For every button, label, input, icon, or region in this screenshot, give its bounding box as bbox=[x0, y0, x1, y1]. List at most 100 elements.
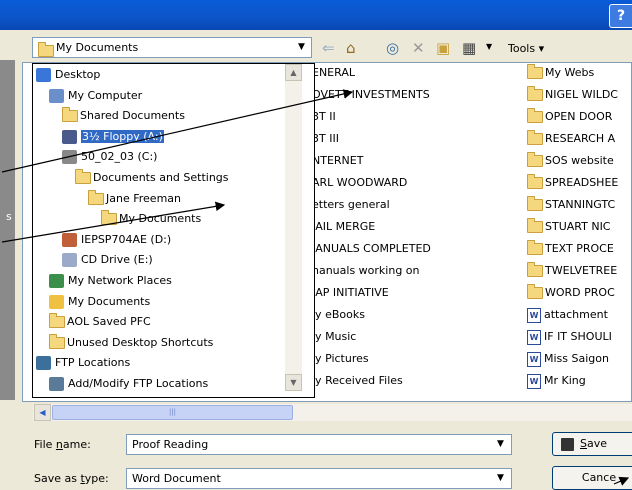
document-item[interactable]: W IF IT SHOULI bbox=[527, 326, 632, 348]
views-icon[interactable]: ▦ bbox=[462, 38, 476, 58]
ftp-add-icon bbox=[49, 377, 64, 391]
document-item[interactable]: Wattachment bbox=[527, 304, 632, 326]
look-in-option[interactable]: Jane Freeman bbox=[88, 188, 181, 210]
option-label: CD Drive (E:) bbox=[81, 253, 153, 267]
scroll-thumb[interactable]: ||| bbox=[52, 405, 293, 420]
option-label: My Network Places bbox=[68, 274, 172, 287]
save-button[interactable]: Save bbox=[552, 432, 632, 456]
look-in-option[interactable]: Documents and Settings bbox=[75, 167, 229, 189]
item-label: attachment bbox=[544, 308, 608, 321]
look-in-option[interactable]: Shared Documents bbox=[62, 105, 185, 127]
desktop-icon bbox=[36, 68, 51, 82]
file-list-item[interactable]: ly Received Files bbox=[312, 370, 512, 392]
option-label: Add/Modify FTP Locations bbox=[68, 377, 209, 390]
folder-item[interactable]: STANNINGTC bbox=[527, 194, 632, 216]
item-label: IF IT SHOULI bbox=[544, 330, 612, 343]
file-list-item[interactable]: 3T II bbox=[312, 106, 512, 128]
look-in-dropdown-arrow[interactable]: ▼ bbox=[293, 38, 310, 57]
create-folder-icon[interactable]: ▣ bbox=[436, 38, 450, 58]
option-label: IEPSP704AE (D:) bbox=[81, 232, 172, 246]
save-as-type-dropdown-arrow[interactable]: ▼ bbox=[492, 469, 509, 488]
cancel-button[interactable]: Cance bbox=[552, 466, 632, 490]
option-label: Unused Desktop Shortcuts bbox=[67, 335, 214, 349]
file-list-item[interactable]: ly Music bbox=[312, 326, 512, 348]
look-in-option[interactable]: 3½ Floppy (A:) bbox=[62, 126, 165, 148]
look-in-option[interactable]: My Network Places bbox=[49, 270, 172, 292]
tools-menu[interactable]: Tools ▾ bbox=[508, 42, 544, 55]
folder-item[interactable]: WORD PROC bbox=[527, 282, 632, 304]
look-in-option[interactable]: 50_02_03 (C:) bbox=[62, 146, 157, 168]
document-item[interactable]: W Miss Saigon bbox=[527, 348, 632, 370]
look-in-option[interactable]: Desktop bbox=[36, 64, 100, 86]
look-in-option[interactable]: My Computer bbox=[49, 85, 142, 107]
file-list-item[interactable]: nanuals working on bbox=[312, 260, 512, 282]
look-in-option[interactable]: Unused Desktop Shortcuts bbox=[49, 332, 213, 354]
word-document-icon: W bbox=[527, 373, 541, 389]
item-label: TWELVETREE bbox=[545, 264, 618, 277]
dialog-title-bar bbox=[0, 0, 632, 30]
option-label: My Computer bbox=[68, 88, 143, 102]
file-list-item[interactable]: ARL WOODWARD bbox=[312, 172, 512, 194]
folder-icon bbox=[527, 64, 543, 79]
option-label: Shared Documents bbox=[80, 109, 185, 123]
delete-icon[interactable]: ✕ bbox=[412, 38, 425, 58]
scroll-up-button[interactable]: ▲ bbox=[285, 64, 302, 81]
folder-icon bbox=[49, 313, 65, 329]
look-in-option[interactable]: My Documents bbox=[49, 291, 150, 313]
file-list-item[interactable]: etters general bbox=[312, 194, 512, 216]
file-list-item[interactable]: ly Pictures bbox=[312, 348, 512, 370]
network-drive-icon bbox=[62, 232, 77, 247]
scroll-left-button[interactable]: ◀ bbox=[34, 404, 51, 421]
up-one-level-icon[interactable]: ⌂ bbox=[346, 38, 356, 58]
folder-icon bbox=[75, 169, 91, 184]
folder-item[interactable]: OPEN DOOR bbox=[527, 106, 632, 128]
look-in-option[interactable]: AOL Saved PFC bbox=[49, 311, 151, 333]
folder-item[interactable]: TEXT PROCE bbox=[527, 238, 632, 260]
folder-icon bbox=[527, 152, 543, 167]
folder-item[interactable]: NIGEL WILDC bbox=[527, 84, 632, 106]
item-label: SOS website bbox=[545, 154, 614, 167]
document-item[interactable]: W Mr King bbox=[527, 370, 632, 392]
scroll-down-button[interactable]: ▼ bbox=[285, 374, 302, 391]
file-list-item[interactable]: IANUALS COMPLETED bbox=[312, 238, 512, 260]
item-label: OPEN DOOR bbox=[545, 110, 613, 123]
word-document-icon: W bbox=[527, 307, 541, 323]
file-list-item[interactable]: IAIL MERGE bbox=[312, 216, 512, 238]
folder-item[interactable]: SPREADSHEE bbox=[527, 172, 632, 194]
file-list-item[interactable]: 3T III bbox=[312, 128, 512, 150]
file-list-item[interactable]: ENERAL bbox=[312, 62, 512, 84]
folder-item[interactable]: My Webs bbox=[527, 62, 632, 84]
look-in-option[interactable]: Add/Modify FTP Locations bbox=[49, 373, 208, 395]
item-label: Miss Saigon bbox=[544, 352, 609, 365]
look-in-option[interactable]: My Documents bbox=[101, 208, 201, 230]
folder-icon bbox=[49, 333, 65, 349]
look-in-option[interactable]: IEPSP704AE (D:) bbox=[62, 229, 171, 251]
back-icon[interactable]: ⇐ bbox=[322, 38, 335, 58]
folder-item[interactable]: SOS website bbox=[527, 150, 632, 172]
folder-item[interactable]: RESEARCH A bbox=[527, 128, 632, 150]
file-list-item[interactable]: NTERNET bbox=[312, 150, 512, 172]
save-as-type-select[interactable]: Word Document bbox=[126, 468, 512, 489]
file-list-item[interactable]: ly eBooks bbox=[312, 304, 512, 326]
option-label: 50_02_03 (C:) bbox=[81, 150, 158, 164]
look-in-option[interactable]: FTP Locations bbox=[36, 352, 130, 374]
file-list-item[interactable]: OVETT INVESTMENTS bbox=[312, 84, 512, 106]
places-bar[interactable] bbox=[0, 60, 15, 400]
file-name-input[interactable]: Proof Reading bbox=[126, 434, 512, 455]
look-in-option[interactable]: CD Drive (E:) bbox=[62, 249, 153, 271]
file-name-label: File name: bbox=[34, 438, 91, 451]
item-label: Mr King bbox=[544, 374, 586, 387]
folder-icon bbox=[62, 107, 78, 123]
folder-item[interactable]: TWELVETREE bbox=[527, 260, 632, 282]
dropdown-scrollbar[interactable] bbox=[285, 64, 302, 390]
folder-icon bbox=[38, 42, 54, 57]
folder-icon bbox=[527, 218, 543, 233]
file-name-dropdown-arrow[interactable]: ▼ bbox=[492, 435, 509, 454]
search-web-icon[interactable]: ◎ bbox=[386, 38, 399, 58]
help-button[interactable]: ? bbox=[609, 4, 632, 28]
option-label: My Documents bbox=[68, 294, 151, 308]
option-label: My Documents bbox=[119, 212, 202, 226]
file-list-item[interactable]: IAP INITIATIVE bbox=[312, 282, 512, 304]
folder-item[interactable]: STUART NIC bbox=[527, 216, 632, 238]
views-dropdown-arrow[interactable]: ▼ bbox=[486, 42, 492, 51]
